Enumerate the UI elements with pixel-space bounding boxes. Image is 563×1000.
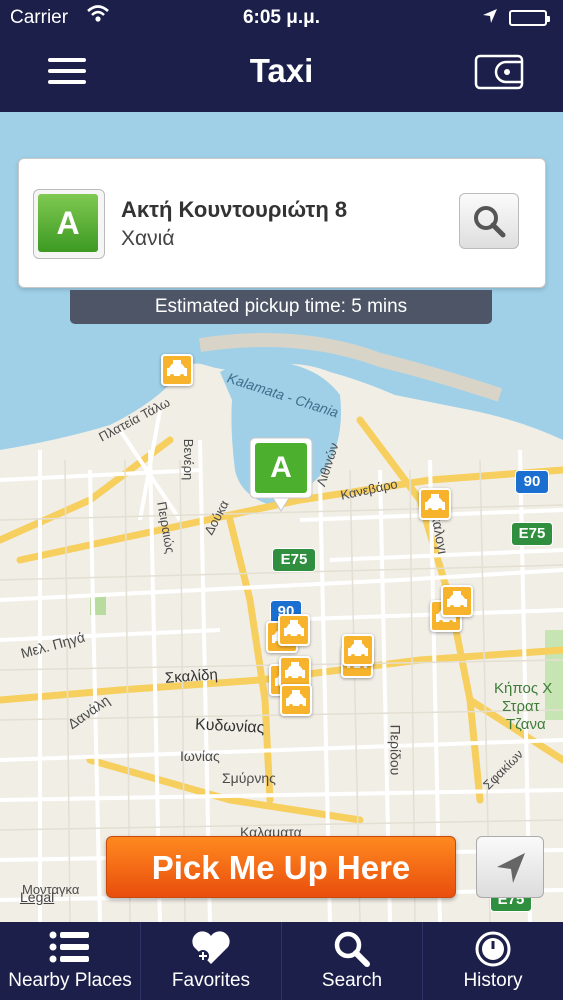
top-bar: Carrier 6:05 μ.μ. Taxi: [0, 0, 563, 112]
taxi-icon: [285, 662, 305, 680]
legal-link[interactable]: Legal: [20, 889, 54, 905]
taxi-icon: [284, 620, 304, 638]
wallet-button[interactable]: [474, 52, 526, 92]
taxi-marker[interactable]: [280, 684, 312, 716]
heart-plus-icon: [192, 931, 230, 964]
map-label-peridou: Περίδου: [387, 724, 404, 776]
taxi-marker[interactable]: [419, 488, 451, 520]
map-label-smyrnis: Σμύρνης: [222, 770, 276, 786]
road-shield-e75: E75: [511, 522, 553, 546]
list-icon: [49, 931, 89, 963]
estimated-pickup-time: Estimated pickup time: 5 mins: [70, 290, 492, 324]
tab-label: Nearby Places: [8, 970, 132, 991]
map-label-venizelou: Βενέρη: [181, 438, 197, 481]
tab-history[interactable]: History: [423, 922, 563, 1000]
tab-bar: Nearby Places Favorites Search History: [0, 922, 563, 1000]
address-search-button[interactable]: [459, 193, 519, 249]
taxi-icon: [425, 494, 445, 512]
address-street: Ακτή Κουντουριώτη 8: [121, 197, 348, 222]
tab-label: Favorites: [171, 970, 251, 991]
pin-label: A: [270, 451, 292, 484]
tab-nearby-places[interactable]: Nearby Places: [0, 922, 141, 1000]
taxi-icon: [348, 640, 368, 658]
tab-label: Search: [321, 970, 383, 991]
map-label-park: Κήπος Χ: [494, 680, 553, 697]
address-city: Χανιά: [121, 227, 175, 250]
map-label-kydonias: Κυδωνίας: [194, 716, 265, 737]
taxi-marker[interactable]: [342, 634, 374, 666]
road-shield-90: 90: [515, 470, 549, 494]
battery-icon: [509, 10, 550, 26]
pickup-pin[interactable]: A: [249, 437, 313, 513]
map-label-ionias: Ιωνίας: [180, 748, 220, 764]
road-shield-e75: E75: [272, 548, 316, 572]
search-icon: [474, 206, 506, 238]
tab-favorites[interactable]: Favorites: [141, 922, 282, 1000]
tab-search[interactable]: Search: [282, 922, 423, 1000]
map-label-park2: Στρατ: [502, 698, 540, 715]
taxi-marker[interactable]: [278, 614, 310, 646]
address-card[interactable]: A Ακτή Κουντουριώτη 8 Χανιά: [18, 158, 546, 288]
taxi-icon: [286, 690, 306, 708]
clock-icon: [475, 931, 511, 967]
taxi-icon: [447, 591, 467, 609]
pick-me-up-button[interactable]: Pick Me Up Here: [106, 836, 456, 898]
status-time: 6:05 μ.μ.: [242, 7, 321, 28]
taxi-marker[interactable]: [161, 354, 193, 386]
location-arrow-icon: [482, 8, 498, 30]
status-bar: Carrier 6:05 μ.μ.: [0, 5, 563, 32]
tab-label: History: [463, 970, 523, 991]
search-icon: [334, 931, 370, 967]
address-badge-letter: A: [38, 194, 98, 252]
taxi-marker[interactable]: [441, 585, 473, 617]
locate-me-button[interactable]: [476, 836, 544, 898]
wallet-icon: [474, 54, 524, 90]
location-arrow-icon: [497, 853, 525, 883]
taxi-icon: [167, 360, 187, 378]
map-label-park3: Τζανα: [506, 716, 546, 733]
address-badge: A: [33, 189, 105, 259]
